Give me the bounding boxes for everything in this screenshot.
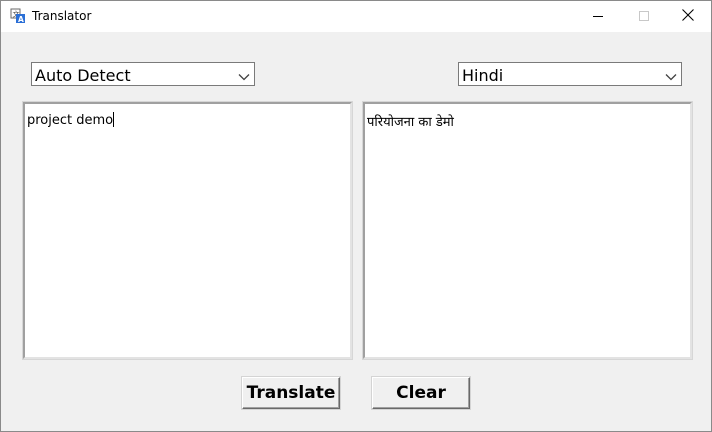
output-text-area[interactable]: परियोजना का डेमो: [362, 101, 693, 360]
input-text-area[interactable]: project demo: [22, 101, 353, 360]
close-icon: [682, 8, 694, 26]
source-language-select[interactable]: Auto Detect: [31, 62, 255, 86]
target-language-value: Hindi: [462, 66, 504, 85]
input-text: project demo: [27, 112, 115, 128]
chevron-down-icon[interactable]: [238, 69, 250, 81]
translate-app-icon: 文 A: [10, 8, 26, 24]
close-button[interactable]: [665, 1, 711, 32]
minimize-button[interactable]: [575, 1, 621, 32]
window-title: Translator: [32, 9, 92, 23]
maximize-button[interactable]: [621, 1, 667, 32]
output-text: परियोजना का डेमो: [367, 115, 454, 130]
maximize-icon: [639, 8, 649, 26]
title-bar[interactable]: 文 A Translator: [1, 1, 711, 32]
minimize-icon: [593, 8, 603, 26]
text-caret: [113, 112, 115, 127]
source-language-value: Auto Detect: [35, 66, 131, 85]
translate-button[interactable]: Translate: [242, 377, 340, 409]
translator-window: 文 A Translator Auto Detect H: [0, 0, 712, 432]
chevron-down-icon[interactable]: [665, 69, 677, 81]
clear-button[interactable]: Clear: [372, 377, 470, 409]
svg-text:A: A: [18, 15, 24, 24]
input-text-value: project demo: [27, 113, 114, 128]
target-language-select[interactable]: Hindi: [458, 62, 682, 86]
